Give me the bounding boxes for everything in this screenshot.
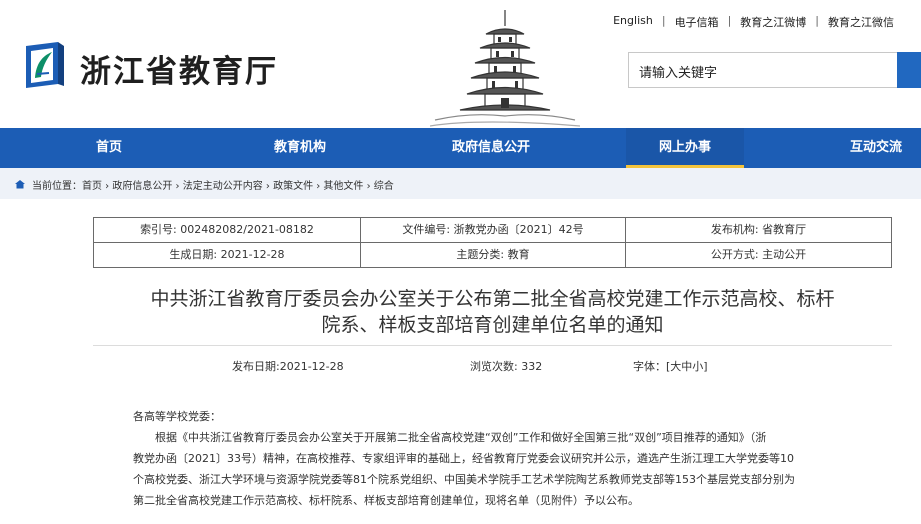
- salutation: 各高等学校党委：: [133, 410, 221, 423]
- nav-item-institutions[interactable]: 教育机构: [274, 128, 326, 168]
- article-title: 中共浙江省教育厅委员会办公室关于公布第二批全省高校党建工作示范高校、标杆 院系、…: [93, 286, 892, 338]
- meta-doc-no: 文件编号: 浙教党办函〔2021〕42号: [361, 218, 626, 243]
- meta-open-mode: 公开方式: 主动公开: [710, 248, 807, 261]
- site-title[interactable]: 浙江省教育厅: [80, 46, 278, 91]
- article-body: 各高等学校党委： 根据《中共浙江省教育厅委员会办公室关于开展第二批全省高校党建“…: [133, 406, 861, 511]
- document-meta-table: 索引号: 002482082/2021-08182 文件编号: 浙教党办函〔20…: [93, 217, 892, 268]
- meta-publisher: 发布机构: 省教育厅: [710, 223, 807, 236]
- email-link[interactable]: 电子信箱: [666, 14, 728, 30]
- font-size-small[interactable]: 小: [692, 360, 703, 373]
- english-link[interactable]: English: [604, 14, 662, 30]
- weibo-link[interactable]: 教育之江微博: [731, 14, 815, 30]
- font-size-medium[interactable]: 中: [681, 360, 692, 373]
- view-count: 浏览次数: 332: [470, 360, 543, 373]
- search-input[interactable]: 请输入关键字: [628, 52, 900, 88]
- font-size-label: 字体：[: [633, 360, 671, 373]
- search-button[interactable]: [897, 52, 921, 88]
- breadcrumb: 当前位置： 首页 › 政府信息公开 › 法定主动公开内容 › 政策文件 › 其他…: [0, 168, 921, 199]
- publish-date: 发布日期:2021-12-28: [232, 360, 344, 373]
- title-divider: [93, 345, 892, 346]
- breadcrumb-path[interactable]: 首页 › 政府信息公开 › 法定主动公开内容 › 政策文件 › 其他文件 › 综…: [82, 177, 394, 192]
- nav-item-interaction[interactable]: 互动交流: [850, 128, 902, 168]
- pagoda-illustration: [430, 10, 580, 127]
- meta-index-no: 索引号: 002482082/2021-08182: [94, 218, 361, 243]
- article-title-line: 中共浙江省教育厅委员会办公室关于公布第二批全省高校党建工作示范高校、标杆: [150, 288, 835, 310]
- body-line: 教党办函〔2021〕33号）精神，在高校推荐、专家组评审的基础上，经省教育厅党委…: [133, 452, 794, 465]
- breadcrumb-prefix: 当前位置：: [32, 180, 82, 192]
- meta-created: 生成日期: 2021-12-28: [94, 243, 361, 268]
- top-links: English | 电子信箱 | 教育之江微博 | 教育之江微信: [604, 14, 903, 30]
- wechat-link[interactable]: 教育之江微信: [819, 14, 903, 30]
- main-nav: 首页 教育机构 政府信息公开 网上办事 互动交流: [0, 128, 921, 168]
- article-title-line: 院系、样板支部培育创建单位名单的通知: [321, 314, 664, 336]
- font-size-switcher: 字体：[大中小]: [633, 358, 708, 374]
- nav-item-gov-info[interactable]: 政府信息公开: [452, 128, 530, 168]
- font-size-large[interactable]: 大: [670, 360, 681, 373]
- meta-topic: 主题分类: 教育: [361, 243, 626, 268]
- site-header: English | 电子信箱 | 教育之江微博 | 教育之江微信 浙江省教育厅: [0, 0, 921, 128]
- font-size-close: ]: [703, 360, 708, 373]
- body-line: 第二批全省高校党建工作示范高校、标杆院系、样板支部培育创建单位，现将名单（见附件…: [133, 494, 639, 507]
- body-line: 个高校党委、浙江大学环境与资源学院党委等81个院系党组织、中国美术学院手工艺术学…: [133, 473, 795, 486]
- nav-item-home[interactable]: 首页: [96, 128, 122, 168]
- body-line: 根据《中共浙江省教育厅委员会办公室关于开展第二批全省高校党建“双创”工作和做好全…: [155, 431, 767, 444]
- site-logo-icon[interactable]: [22, 40, 68, 90]
- nav-item-online-services[interactable]: 网上办事: [626, 128, 744, 168]
- home-icon: [15, 180, 25, 189]
